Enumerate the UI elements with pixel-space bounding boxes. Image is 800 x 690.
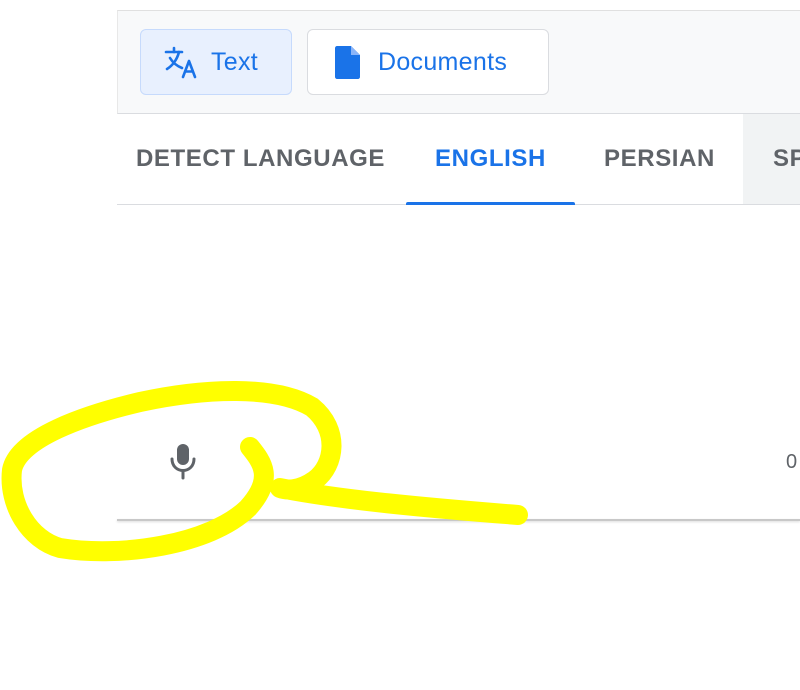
text-mode-label: Text bbox=[211, 47, 259, 76]
input-divider bbox=[117, 519, 800, 521]
character-count: 0 bbox=[786, 451, 798, 473]
tab-next-language[interactable]: SP bbox=[743, 114, 800, 204]
translate-icon bbox=[164, 46, 197, 79]
tab-persian[interactable]: PERSIAN bbox=[587, 114, 732, 204]
tab-english[interactable]: ENGLISH bbox=[406, 114, 575, 205]
source-language-tabs: DETECT LANGUAGE ENGLISH PERSIAN SP bbox=[117, 114, 800, 205]
tab-label: DETECT LANGUAGE bbox=[136, 145, 385, 172]
text-mode-button[interactable]: Text bbox=[140, 29, 292, 95]
documents-mode-button[interactable]: Documents bbox=[307, 29, 549, 95]
tab-label: PERSIAN bbox=[604, 145, 715, 172]
documents-mode-label: Documents bbox=[378, 47, 508, 76]
source-text-area[interactable]: 0 bbox=[117, 205, 800, 521]
mode-bar: Text Documents bbox=[117, 10, 800, 114]
document-icon bbox=[335, 46, 360, 79]
translate-page: Text Documents DETECT LANGUAGE ENGLISH P… bbox=[0, 0, 800, 690]
voice-input-button[interactable] bbox=[161, 437, 205, 485]
tab-detect-language[interactable]: DETECT LANGUAGE bbox=[117, 114, 387, 204]
tab-label: SP bbox=[773, 145, 800, 172]
microphone-icon bbox=[170, 444, 196, 480]
tab-label: ENGLISH bbox=[435, 145, 546, 172]
